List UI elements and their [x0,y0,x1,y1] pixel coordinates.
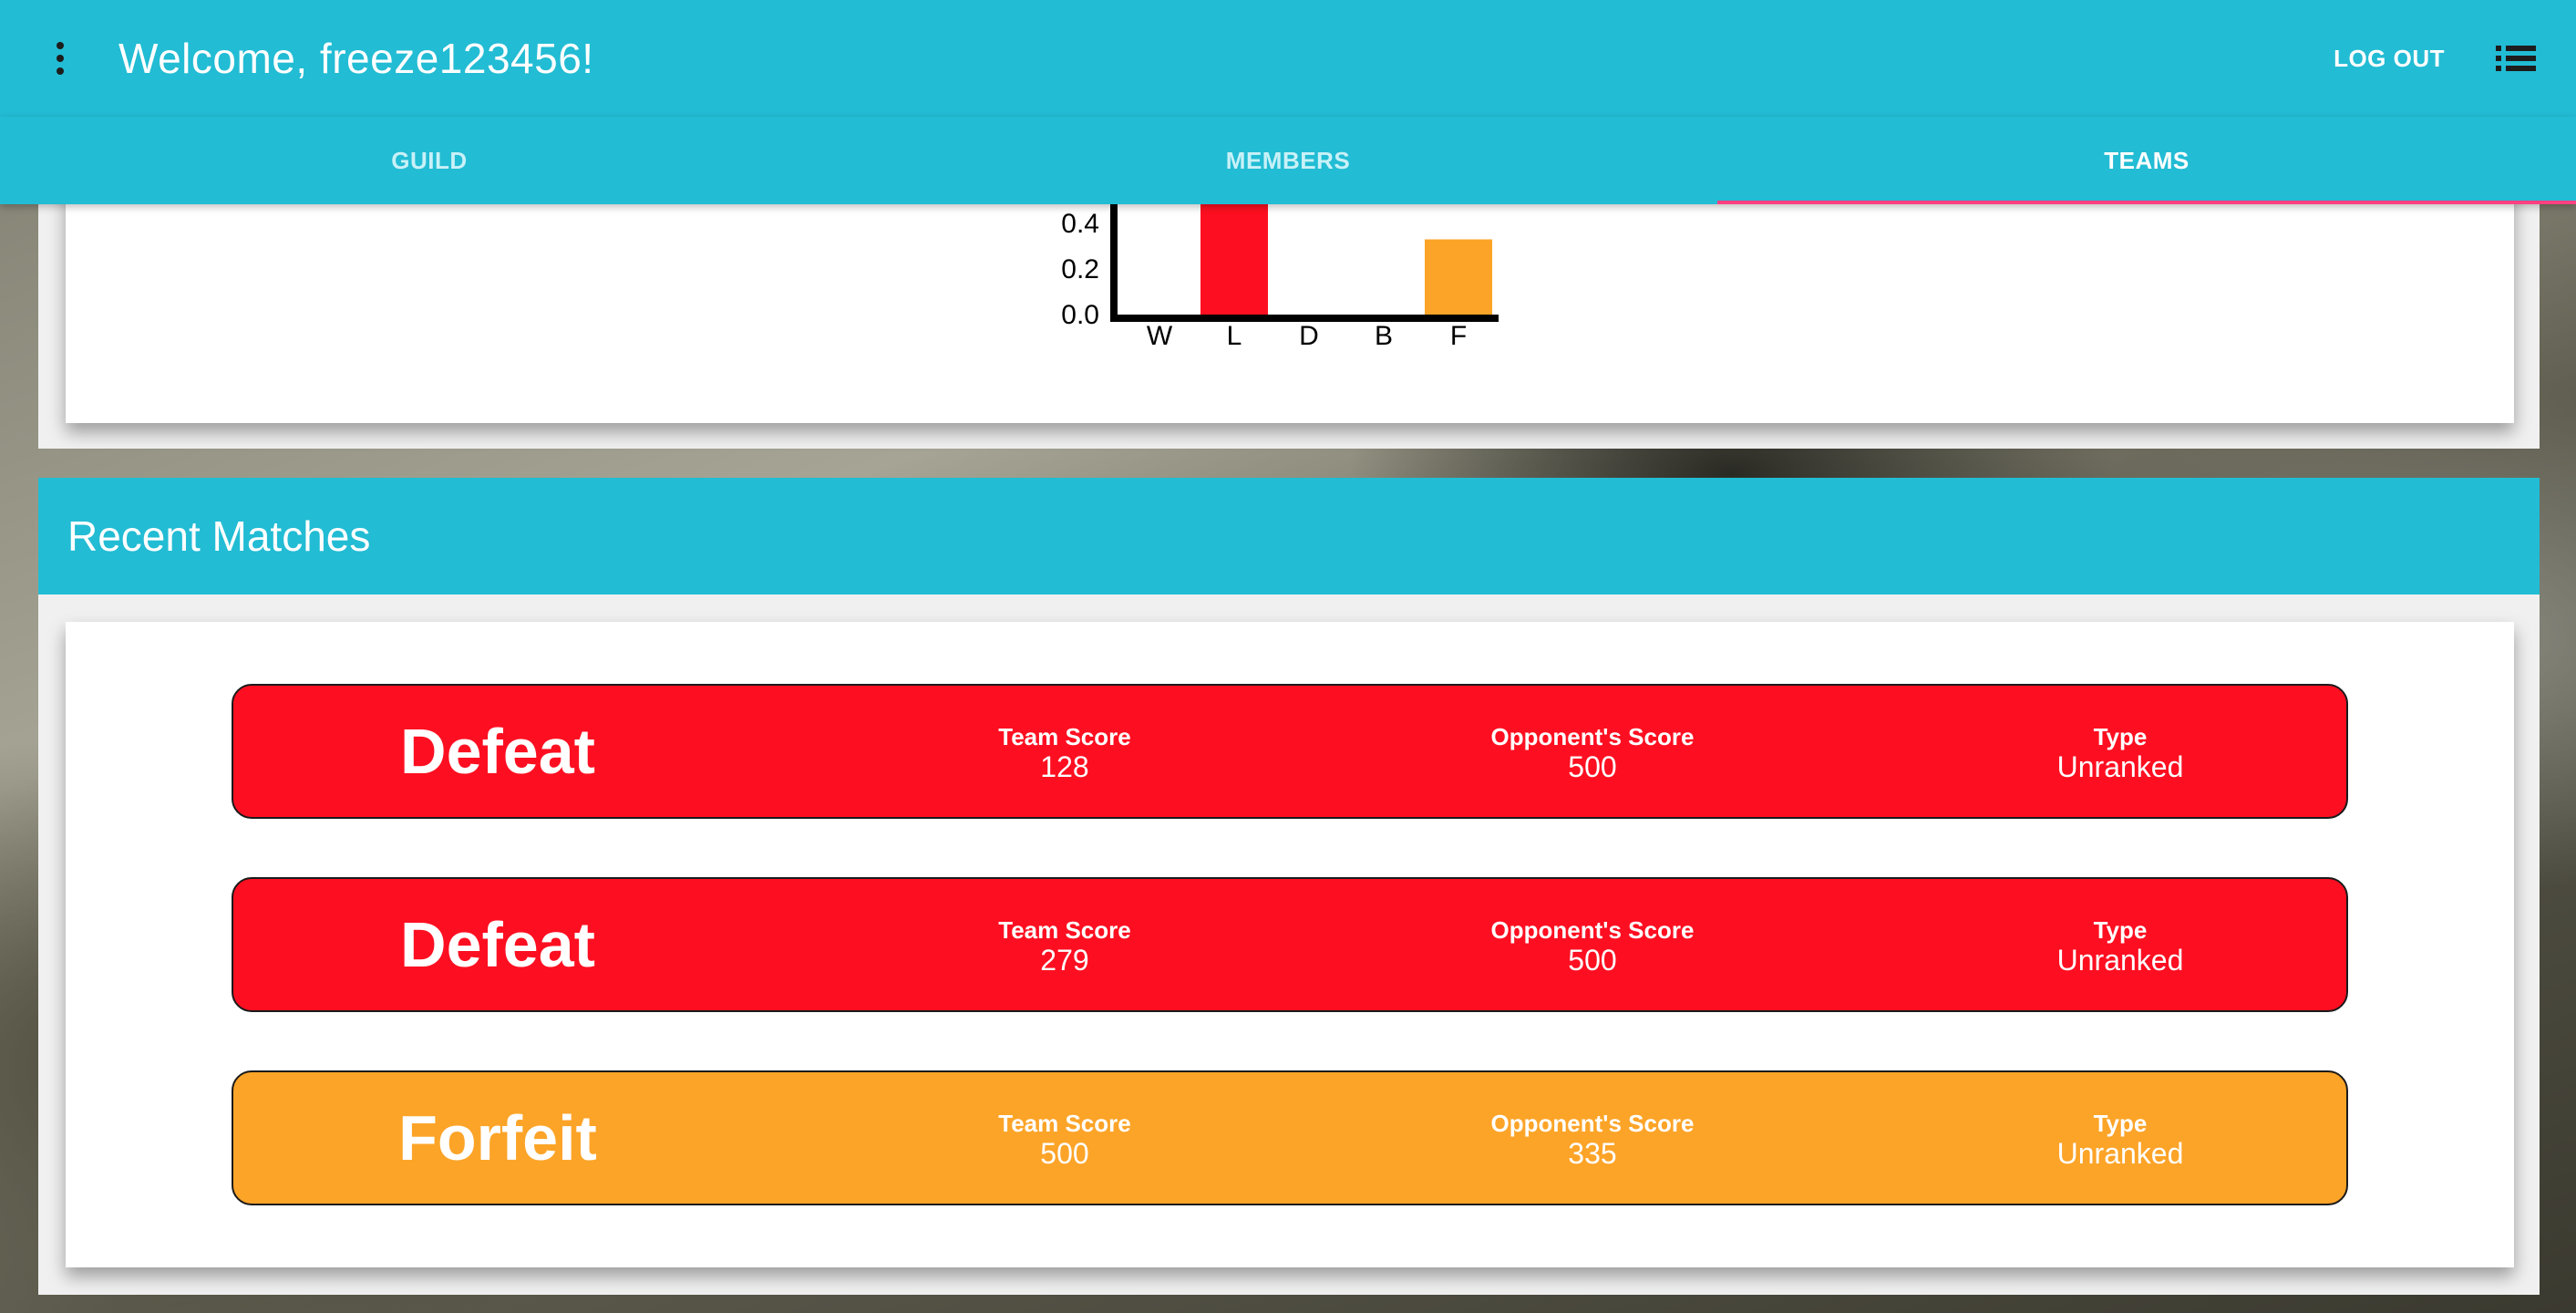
y-tick-label: 0.4 [1061,209,1099,239]
opponent-score-label: Opponent's Score [1490,723,1695,750]
team-score-label: Team Score [998,1110,1131,1137]
tab-bar: GUILD MEMBERS TEAMS [0,117,2576,204]
type-label: Type [2093,723,2148,750]
opponent-score-value: 335 [1568,1137,1617,1170]
tab-guild[interactable]: GUILD [0,117,859,204]
more-vert-icon[interactable] [33,31,88,86]
match-card[interactable]: Defeat Team Score 279 Opponent's Score 5… [232,877,2348,1012]
type-col: Type Unranked [1929,915,2312,976]
opponent-score-col: Opponent's Score 500 [1401,722,1784,782]
matches-card: Defeat Team Score 128 Opponent's Score 5… [66,622,2514,1267]
type-col: Type Unranked [1929,1109,2312,1169]
y-tick-label: 0.2 [1061,254,1099,284]
x-tick-label-F: F [1450,321,1467,351]
team-score-value: 500 [1040,1137,1089,1170]
x-axis-line [1110,315,1499,322]
tab-members[interactable]: MEMBERS [859,117,1717,204]
match-result: Defeat [400,716,595,787]
type-value: Unranked [2056,1137,2184,1170]
opponent-score-value: 500 [1568,944,1617,977]
type-col: Type Unranked [1929,722,2312,782]
match-result: Forfeit [398,1102,597,1173]
team-score-col: Team Score 128 [873,722,1256,782]
x-tick-label-W: W [1147,321,1173,351]
x-tick-label-B: B [1375,321,1393,351]
opponent-score-label: Opponent's Score [1490,1110,1695,1137]
team-score-value: 279 [1040,944,1089,977]
welcome-title: Welcome, freeze123456! [118,35,594,82]
opponent-score-label: Opponent's Score [1490,916,1695,944]
match-card[interactable]: Defeat Team Score 128 Opponent's Score 5… [232,684,2348,819]
x-tick-label-L: L [1227,321,1242,351]
y-tick-label: 0.0 [1061,300,1099,330]
team-score-col: Team Score 500 [873,1109,1256,1169]
app-bar: Welcome, freeze123456! LOG OUT [0,0,2576,117]
section-title: Recent Matches [67,512,371,560]
x-tick-label-D: D [1299,321,1319,351]
team-score-col: Team Score 279 [873,915,1256,976]
list-icon[interactable] [2496,38,2536,78]
team-score-label: Team Score [998,916,1131,944]
logout-button[interactable]: LOG OUT [2334,45,2445,73]
opponent-score-value: 500 [1568,750,1617,783]
opponent-score-col: Opponent's Score 335 [1401,1109,1784,1169]
match-result: Defeat [400,909,595,980]
type-label: Type [2093,1110,2148,1137]
type-label: Type [2093,916,2148,944]
team-score-label: Team Score [998,723,1131,750]
recent-matches-header: Recent Matches [38,478,2540,594]
match-card[interactable]: Forfeit Team Score 500 Opponent's Score … [232,1070,2348,1205]
tab-teams[interactable]: TEAMS [1717,117,2576,204]
type-value: Unranked [2056,944,2184,977]
team-score-value: 128 [1040,750,1089,783]
type-value: Unranked [2056,750,2184,783]
bar-F [1425,239,1492,315]
opponent-score-col: Opponent's Score 500 [1401,915,1784,976]
